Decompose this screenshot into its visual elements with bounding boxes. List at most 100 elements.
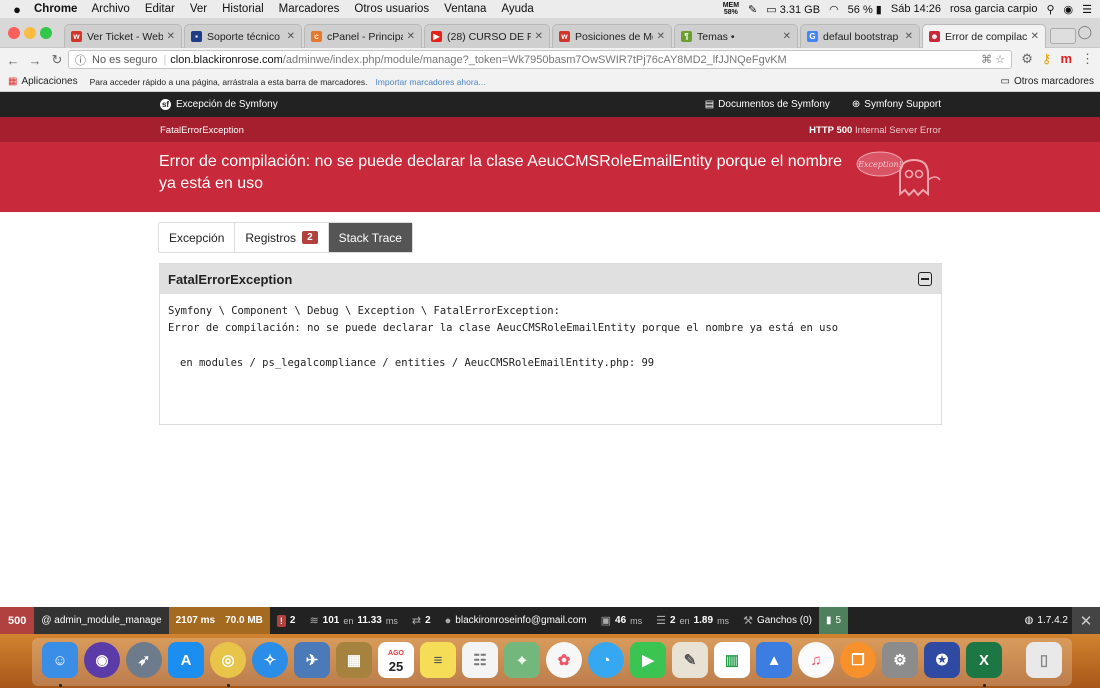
browser-tab-soporte[interactable]: ▪ Soporte técnico - ✕ [184,24,302,48]
finder-icon[interactable]: ☺ [42,642,78,678]
profiler-database[interactable]: ≋ 101 en 11.33 ms [302,607,404,634]
system-preferences-icon[interactable]: ⚙ [882,642,918,678]
maps-icon[interactable]: ⌖ [504,642,540,678]
profile-icon[interactable]: ◯ [1077,24,1092,40]
tab-stack-trace[interactable]: Stack Trace [328,223,412,252]
messages-icon[interactable]: ◔ [588,642,624,678]
stack-trace-header[interactable]: FatalErrorException [160,264,941,294]
browser-tab-youtube[interactable]: ▶ (28) CURSO DE PR ✕ [424,24,550,48]
menu-historial[interactable]: Historial [222,3,264,15]
cyberduck-icon[interactable]: ✪ [924,642,960,678]
forward-icon[interactable]: → [26,53,44,68]
profiler-translations[interactable]: ⇄ 2 [405,607,438,634]
tab-close-icon[interactable]: ✕ [783,31,791,42]
siri-dock-icon[interactable]: ◉ [84,642,120,678]
window-zoom-button[interactable] [40,27,52,39]
keynote-icon[interactable]: ▲ [756,642,792,678]
battery-indicator[interactable]: 56 % ▮ [848,3,882,16]
key-extension-icon[interactable]: ⚷ [1042,51,1052,67]
calendar-icon[interactable]: AGO 25 [378,642,414,678]
tab-exception[interactable]: Excepción [159,223,236,252]
photos-icon[interactable]: ✿ [546,642,582,678]
tab-close-icon[interactable]: ✕ [287,31,295,42]
menu-ventana[interactable]: Ventana [444,3,486,15]
address-bar[interactable]: ⓘ No es seguro | clon.blackironrose.com … [68,50,1012,69]
apps-shortcut[interactable]: ▦ Aplicaciones [8,76,78,87]
spotlight-icon[interactable]: ⚲ [1046,3,1054,16]
wifi-icon[interactable]: ◠ [829,3,839,16]
profiler-twig[interactable]: ▣ 46 ms [594,607,650,634]
preview-icon[interactable]: ✈ [294,642,330,678]
info-icon[interactable]: ⓘ [75,52,86,68]
tab-logs[interactable]: Registros 2 [235,223,329,252]
menu-marcadores[interactable]: Marcadores [279,3,340,15]
tab-favicon-icon: G [807,31,818,42]
profiler-route[interactable]: @ admin_module_manage [34,607,169,634]
app-store-icon[interactable]: A [168,642,204,678]
trash-icon[interactable]: ▯ [1026,642,1062,678]
notefile-icon[interactable]: ▦ [336,642,372,678]
tab-close-icon[interactable]: ✕ [167,31,175,42]
browser-tab-posiciones[interactable]: w Posiciones de Mod ✕ [552,24,672,48]
collapse-toggle-icon[interactable] [918,272,932,286]
numbers-icon[interactable]: ▥ [714,642,750,678]
reminders-icon[interactable]: ☷ [462,642,498,678]
browser-tab-cpanel[interactable]: c cPanel - Principal ✕ [304,24,422,48]
user-name[interactable]: rosa garcia carpio [950,3,1037,15]
apple-menu-icon[interactable]: ● [0,2,34,17]
menu-ver[interactable]: Ver [190,3,207,15]
browser-tab-google[interactable]: G defaul bootstrap e ✕ [800,24,920,48]
menu-editar[interactable]: Editar [145,3,175,15]
safari-icon[interactable]: ✧ [252,642,288,678]
disk-indicator[interactable]: ▭ 3.31 GB [766,3,820,16]
tab-close-icon[interactable]: ✕ [657,31,665,42]
memory-indicator[interactable]: MEM 58% [723,2,739,16]
menu-otros-usuarios[interactable]: Otros usuarios [354,3,429,15]
other-bookmarks[interactable]: ▭ Otros marcadores [1001,76,1094,87]
tab-close-icon[interactable]: ✕ [407,31,415,42]
profiler-performance[interactable]: 2107 ms 70.0 MB [168,607,270,634]
window-minimize-button[interactable] [24,27,36,39]
browser-tab-ver-ticket[interactable]: w Ver Ticket - Webe ✕ [64,24,182,48]
symfony-support-link[interactable]: ⊕ Symfony Support [852,99,941,110]
menu-app-name[interactable]: Chrome [34,3,77,15]
profiler-errors[interactable]: ! 2 [270,607,303,634]
profiler-close-icon[interactable]: ✕ [1072,607,1100,634]
tab-close-icon[interactable]: ✕ [535,31,543,42]
notes-icon[interactable]: ≡ [420,642,456,678]
clock[interactable]: Sáb 14:26 [891,3,941,15]
pages-icon[interactable]: ✎ [672,642,708,678]
facetime-icon[interactable]: ▶ [630,642,666,678]
import-bookmarks-link[interactable]: Importar marcadores ahora... [375,77,485,87]
battery-value: 56 % [847,3,873,16]
profiler-user[interactable]: ● blackironroseinfo@gmail.com [438,607,594,634]
ibooks-icon[interactable]: ❐ [840,642,876,678]
window-close-button[interactable] [8,27,20,39]
profiler-version[interactable]: ◍ 1.7.4.2 [1025,607,1068,634]
back-icon[interactable]: ← [4,53,22,68]
excel-icon[interactable]: X [966,642,1002,678]
reload-icon[interactable]: ↻ [48,52,66,68]
wrench-icon[interactable]: ✎ [748,3,757,16]
chrome-icon[interactable]: ◎ [210,642,246,678]
tab-close-icon[interactable]: ✕ [905,31,913,42]
siri-icon[interactable]: ◉ [1064,3,1074,16]
browser-tab-error-active[interactable]: ☻ Error de compilació ✕ [922,24,1046,48]
symfony-docs-link[interactable]: ▤ Documentos de Symfony [705,99,830,110]
menu-archivo[interactable]: Archivo [91,3,129,15]
translate-icon[interactable]: ⌘ ☆ [981,53,1005,66]
browser-tab-temas[interactable]: ¶ Temas • ✕ [674,24,798,48]
m-extension-icon[interactable]: m [1060,51,1072,67]
menu-ayuda[interactable]: Ayuda [501,3,533,15]
launchpad-icon[interactable]: ➶ [126,642,162,678]
tab-close-icon[interactable]: ✕ [1031,31,1039,42]
new-tab-button[interactable] [1050,28,1076,44]
chrome-menu-icon[interactable]: ⋮ [1081,51,1094,67]
profiler-hooks[interactable]: ⚒ Ganchos (0) [736,607,819,634]
extension-icon[interactable]: ⚙ [1021,51,1033,67]
profiler-cache[interactable]: ☰ 2 en 1.89 ms [649,607,736,634]
notification-center-icon[interactable]: ☰ [1082,3,1092,16]
profiler-modules[interactable]: ▮ 5 [818,607,849,634]
itunes-icon[interactable]: ♫ [798,642,834,678]
profiler-status-code[interactable]: 500 [0,607,35,634]
